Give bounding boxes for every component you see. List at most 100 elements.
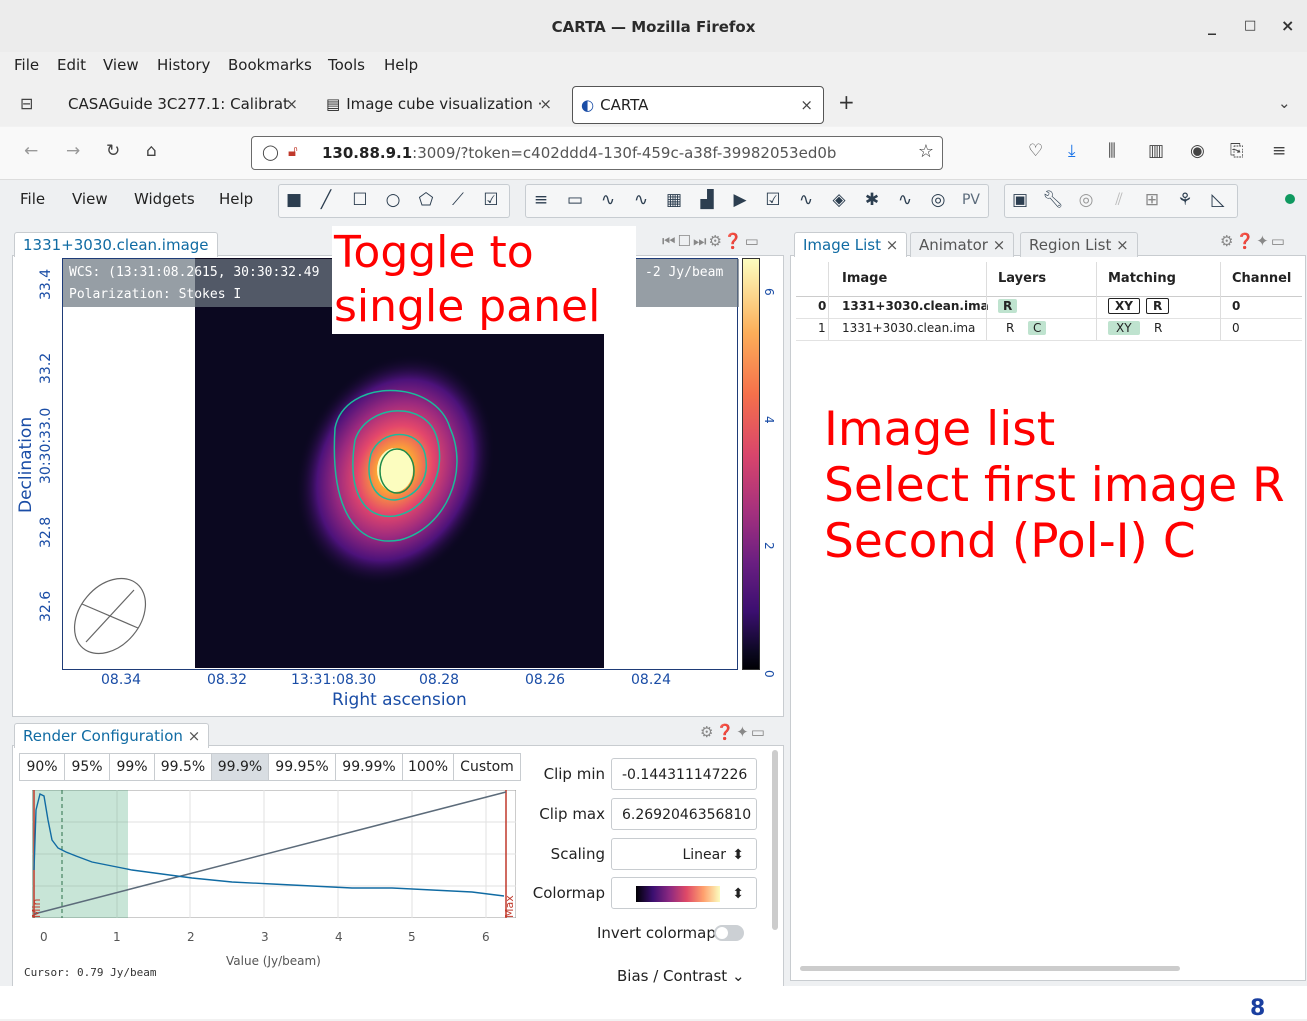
polyline-region-icon[interactable]: ⟋ (442, 184, 474, 216)
minimize-button[interactable]: _ (1208, 16, 1216, 35)
histogram-icon[interactable]: ▟ (691, 184, 723, 216)
layer-contour-tag[interactable]: C (1028, 321, 1047, 335)
match-r-tag[interactable]: R (1154, 321, 1162, 335)
layer-raster-tag[interactable]: R (998, 299, 1018, 313)
vertical-scrollbar[interactable] (772, 750, 778, 930)
percentile-99-5[interactable]: 99.5% (154, 753, 212, 781)
shield-icon[interactable]: ◯ (262, 143, 279, 161)
animator-icon[interactable]: ▶ (724, 184, 756, 216)
polygon-region-icon[interactable]: ⬠ (410, 184, 442, 216)
match-xy-tag[interactable]: XY (1108, 321, 1140, 335)
back-arrow-icon[interactable]: ← (24, 141, 38, 161)
fitting-icon[interactable]: ◎ (922, 184, 954, 216)
close-icon[interactable]: × (285, 86, 298, 122)
tab-image-cube[interactable]: ▤ Image cube visualization · × (326, 86, 558, 122)
clip-max-input[interactable]: 6.2692046356810 (611, 798, 757, 830)
menu-history[interactable]: History (157, 56, 210, 74)
panel-header-icons[interactable]: ⚙❓✦▭ (1220, 232, 1287, 250)
menu-view[interactable]: View (103, 56, 139, 74)
match-xy-tag[interactable]: XY (1108, 298, 1140, 314)
statistics-icon[interactable]: ▦ (658, 184, 690, 216)
carta-menu-view[interactable]: View (72, 190, 108, 208)
library-icon[interactable]: ⫼ (1108, 141, 1116, 161)
render-config-icon[interactable]: ☑ (757, 184, 789, 216)
close-icon[interactable]: × (188, 727, 201, 745)
close-icon[interactable]: × (886, 236, 899, 254)
percentile-99-9[interactable]: 99.9% (211, 753, 269, 781)
tab-image-viewer[interactable]: 1331+3030.clean.image (14, 232, 218, 257)
bias-contrast-toggle[interactable]: Bias / Contrast ⌄ (617, 967, 745, 985)
pocket-icon[interactable]: ♡ (1028, 141, 1043, 161)
percentile-99-95[interactable]: 99.95% (268, 753, 336, 781)
forward-arrow-icon[interactable]: → (66, 141, 80, 161)
bookmark-star-icon[interactable]: ☆ (918, 141, 934, 162)
layer-raster-tag[interactable]: R (1006, 321, 1014, 335)
tab-animator[interactable]: Animator × (910, 232, 1015, 257)
rectangle-region-icon[interactable]: ☐ (344, 184, 376, 216)
carta-menu-widgets[interactable]: Widgets (134, 190, 195, 208)
percentile-99-99[interactable]: 99.99% (335, 753, 403, 781)
url-bar[interactable]: ◯ 🔓︎ 130.88.9.1:3009/?token=c402ddd4-130… (251, 136, 943, 170)
point-region-icon[interactable]: ■ (278, 184, 310, 216)
colormap-select[interactable]: ⬍ (611, 877, 757, 909)
percentile-100[interactable]: 100% (402, 753, 454, 781)
close-icon[interactable]: × (539, 86, 552, 122)
tab-overflow-chevron-icon[interactable]: ⌄ (1278, 94, 1291, 112)
colorbar[interactable] (742, 258, 760, 670)
close-icon[interactable]: × (993, 236, 1006, 254)
hamburger-menu-icon[interactable]: ≡ (1272, 141, 1286, 161)
close-icon[interactable]: × (800, 87, 813, 123)
clip-min-input[interactable]: -0.144311147226 (611, 758, 757, 790)
pv-generator-button[interactable]: PV (955, 184, 987, 216)
menu-edit[interactable]: Edit (57, 56, 86, 74)
tab-image-list[interactable]: Image List × (794, 232, 908, 257)
channel-map-icon[interactable]: ⊞ (1136, 184, 1168, 216)
vector-icon[interactable]: ⫽ (1103, 184, 1135, 216)
accessibility-icon[interactable]: 8 (1250, 996, 1265, 1021)
histogram-plot[interactable] (32, 790, 516, 918)
home-icon[interactable]: ⌂ (146, 141, 157, 161)
percentile-99[interactable]: 99% (109, 753, 155, 781)
table-row[interactable]: 0 1331+3030.clean.ima R XY R 0 (796, 296, 1302, 319)
tab-list-icon[interactable]: ⊟ (20, 94, 33, 113)
render-header-icons[interactable]: ⚙❓✦▭ (700, 723, 767, 741)
invert-colormap-toggle[interactable] (714, 925, 744, 941)
percentile-95[interactable]: 95% (64, 753, 110, 781)
ellipse-region-icon[interactable]: ○ (377, 184, 409, 216)
horizontal-scrollbar[interactable] (800, 966, 1180, 971)
distance-icon[interactable]: ◺ (1202, 184, 1234, 216)
catalog-icon[interactable]: ✱ (856, 184, 888, 216)
layer-icon[interactable]: ◈ (823, 184, 855, 216)
close-icon[interactable]: × (1116, 236, 1129, 254)
image-info-icon[interactable]: ▭ (559, 184, 591, 216)
menu-file[interactable]: File (14, 56, 39, 74)
annotation-icon[interactable]: ☑ (475, 184, 507, 216)
hist-min-marker[interactable]: Min (30, 898, 43, 918)
percentile-90[interactable]: 90% (19, 753, 65, 781)
match-r-tag[interactable]: R (1146, 298, 1170, 314)
tab-region-list[interactable]: Region List × (1020, 232, 1138, 257)
wrench-icon[interactable]: 🔧︎ (1037, 184, 1069, 216)
insecure-lock-icon[interactable]: 🔓︎ (288, 142, 298, 160)
stokes-icon[interactable]: ∿ (790, 184, 822, 216)
contour-icon[interactable]: ◎ (1070, 184, 1102, 216)
spatial-profiler-icon[interactable]: ∿ (592, 184, 624, 216)
viewer-header-icons[interactable]: ⏮☐⏭⚙❓▭ (662, 232, 761, 250)
carta-menu-file[interactable]: File (20, 190, 45, 208)
download-icon[interactable]: ⤓ (1068, 141, 1076, 161)
table-row[interactable]: 1 1331+3030.clean.ima R C XY R 0 (796, 318, 1302, 341)
tab-carta[interactable]: ◐ CARTA × (572, 86, 824, 124)
spectral-line-icon[interactable]: ∿ (889, 184, 921, 216)
tab-render-config[interactable]: Render Configuration × (14, 723, 210, 748)
close-window-button[interactable]: × (1281, 16, 1294, 35)
menu-bookmarks[interactable]: Bookmarks (228, 56, 312, 74)
carta-menu-help[interactable]: Help (219, 190, 253, 208)
menu-help[interactable]: Help (384, 56, 418, 74)
menu-tools[interactable]: Tools (328, 56, 365, 74)
sidebar-icon[interactable]: ▥ (1148, 141, 1164, 161)
moment-icon[interactable]: ⚘ (1169, 184, 1201, 216)
extensions-icon[interactable]: ⎘ (1230, 141, 1244, 161)
account-icon[interactable]: ◉ (1190, 141, 1205, 161)
region-list-icon[interactable]: ≡ (525, 184, 557, 216)
header-icon[interactable]: ▣ (1004, 184, 1036, 216)
